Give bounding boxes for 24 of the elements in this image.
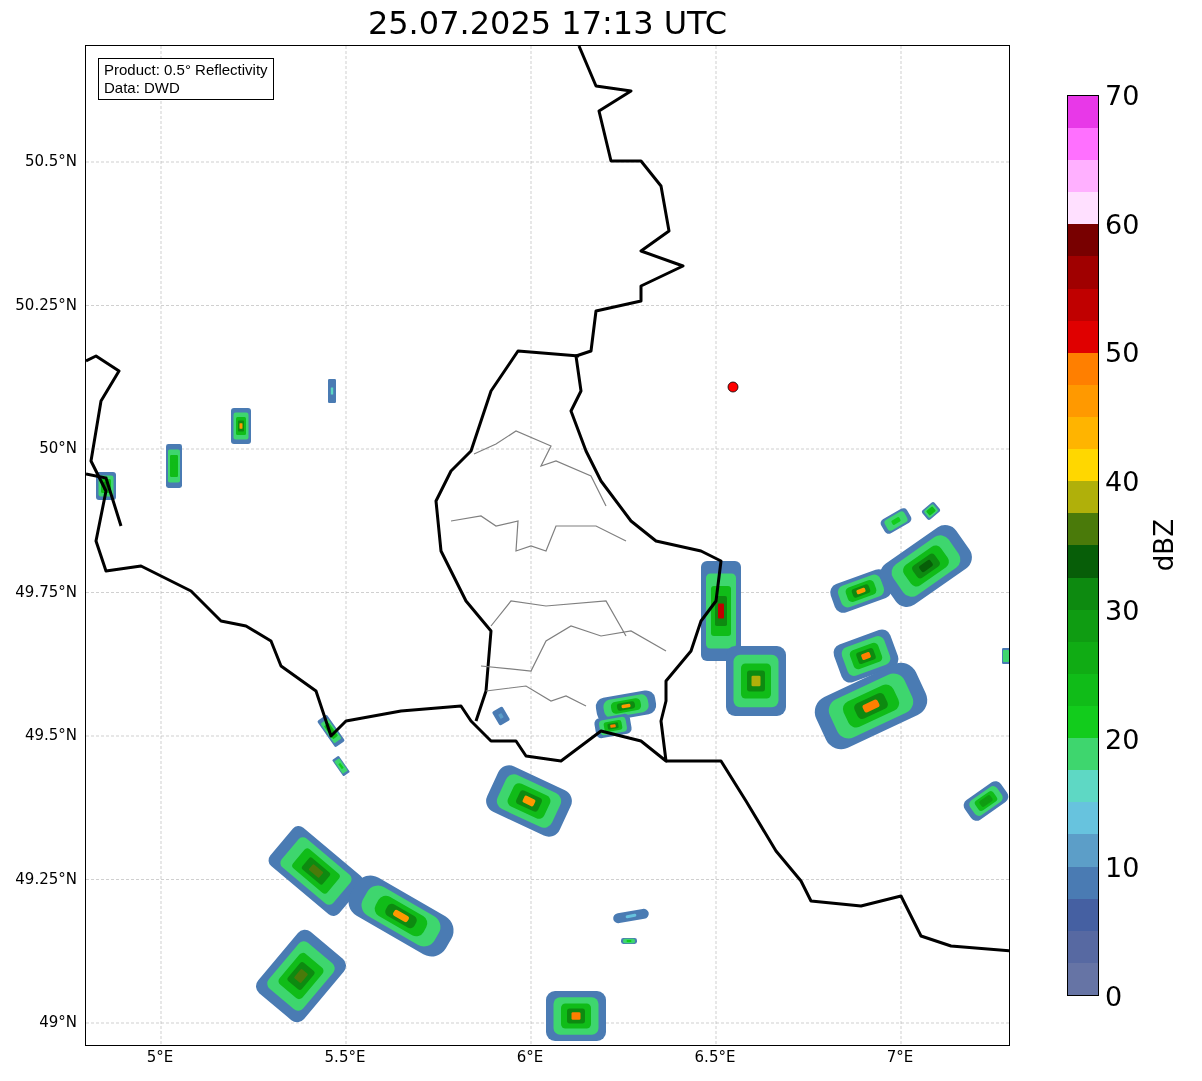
legend-text: Data: DWD xyxy=(104,79,181,97)
colorbar-tick-label: 70 xyxy=(1105,81,1140,109)
longitude-label: 5°E xyxy=(146,1050,174,1065)
colorbar-label: dBZ xyxy=(1151,519,1177,572)
latitude-label: 49.25°N xyxy=(15,871,77,886)
latitude-label: 49°N xyxy=(39,1014,77,1030)
longitude-label: 6.5°E xyxy=(694,1050,736,1065)
latitude-label: 49.75°N xyxy=(15,584,77,599)
colorbar-tick-label: 30 xyxy=(1105,596,1140,624)
colorbar-tick-label: 0 xyxy=(1105,982,1123,1010)
latitude-label: 50.25°N xyxy=(15,297,77,312)
colorbar-tick-label: 20 xyxy=(1105,725,1140,753)
colorbar-tick-label: 40 xyxy=(1105,467,1140,495)
legend-text: Product: 0.5° Reflectivity xyxy=(104,61,268,79)
latitude-label: 49.5°N xyxy=(24,727,77,743)
colorbar-tick-label: 60 xyxy=(1105,210,1140,238)
longitude-label: 5.5°E xyxy=(324,1050,366,1065)
latitude-label: 50°N xyxy=(39,440,77,456)
chart-title: 25.07.2025 17:13 UTC xyxy=(367,6,728,39)
colorbar-tick-label: 10 xyxy=(1105,853,1140,881)
latitude-label: 50.5°N xyxy=(24,153,77,169)
colorbar-tick-label: 50 xyxy=(1105,338,1140,366)
longitude-label: 6°E xyxy=(516,1050,544,1065)
longitude-label: 7°E xyxy=(886,1050,914,1065)
